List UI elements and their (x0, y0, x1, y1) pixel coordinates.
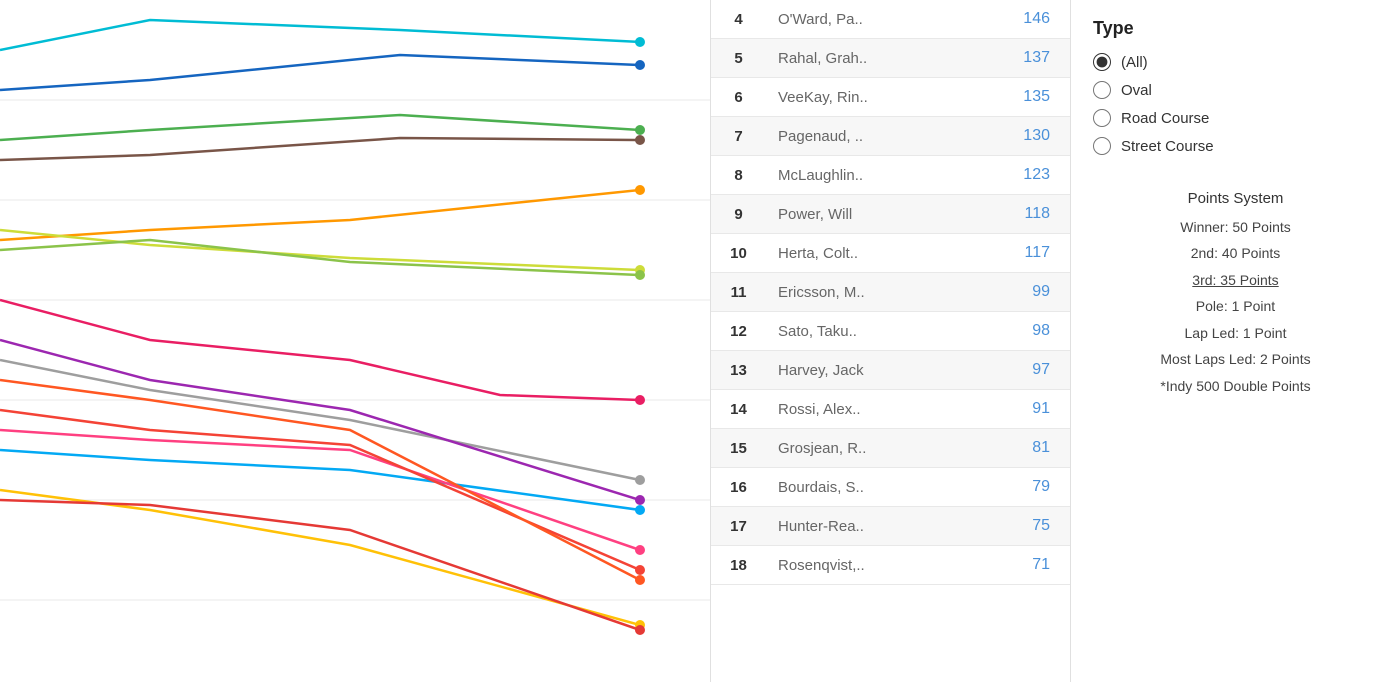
table-row: 8 McLaughlin.. 123 (711, 156, 1070, 195)
points-cell: 146 (931, 0, 1070, 39)
type-filter-group: (All) Oval Road Course Street Course (1093, 53, 1378, 155)
table-row: 10 Herta, Colt.. 117 (711, 234, 1070, 273)
driver-cell: Harvey, Jack (766, 351, 931, 390)
rank-cell: 11 (711, 273, 766, 312)
points-cell: 130 (931, 117, 1070, 156)
radio-label-street_course: Street Course (1121, 138, 1214, 155)
table-row: 18 Rosenqvist,.. 71 (711, 546, 1070, 585)
points-system: Points System Winner: 50 Points2nd: 40 P… (1093, 185, 1378, 400)
right-panel: Type (All) Oval Road Course Street Cours… (1070, 0, 1400, 682)
points-cell: 99 (931, 273, 1070, 312)
points-line: Winner: 50 Points (1093, 214, 1378, 241)
driver-cell: Pagenaud, .. (766, 117, 931, 156)
points-cell: 81 (931, 429, 1070, 468)
chart-svg (0, 0, 710, 682)
radio-item-all[interactable]: (All) (1093, 53, 1378, 71)
driver-cell: VeeKay, Rin.. (766, 78, 931, 117)
points-cell: 71 (931, 546, 1070, 585)
rank-cell: 16 (711, 468, 766, 507)
driver-cell: Ericsson, M.. (766, 273, 931, 312)
rank-cell: 18 (711, 546, 766, 585)
rank-cell: 13 (711, 351, 766, 390)
points-cell: 97 (931, 351, 1070, 390)
radio-label-road_course: Road Course (1121, 110, 1209, 127)
driver-cell: Hunter-Rea.. (766, 507, 931, 546)
points-cell: 137 (931, 39, 1070, 78)
points-cell: 135 (931, 78, 1070, 117)
driver-cell: Herta, Colt.. (766, 234, 931, 273)
rank-cell: 17 (711, 507, 766, 546)
table-row: 17 Hunter-Rea.. 75 (711, 507, 1070, 546)
table-row: 4 O'Ward, Pa.. 146 (711, 0, 1070, 39)
table-row: 9 Power, Will 118 (711, 195, 1070, 234)
points-cell: 79 (931, 468, 1070, 507)
chart-area (0, 0, 710, 682)
points-line: 3rd: 35 Points (1093, 267, 1378, 294)
driver-cell: Rahal, Grah.. (766, 39, 931, 78)
points-system-title: Points System (1093, 185, 1378, 214)
radio-label-oval: Oval (1121, 82, 1152, 99)
radio-input-all[interactable] (1093, 53, 1111, 71)
radio-item-road_course[interactable]: Road Course (1093, 109, 1378, 127)
standings-table: 4 O'Ward, Pa.. 146 5 Rahal, Grah.. 137 6… (711, 0, 1070, 585)
radio-input-street_course[interactable] (1093, 137, 1111, 155)
rank-cell: 10 (711, 234, 766, 273)
points-line: 2nd: 40 Points (1093, 240, 1378, 267)
radio-input-oval[interactable] (1093, 81, 1111, 99)
rank-cell: 9 (711, 195, 766, 234)
driver-cell: O'Ward, Pa.. (766, 0, 931, 39)
points-line: Lap Led: 1 Point (1093, 320, 1378, 347)
radio-label-all: (All) (1121, 54, 1148, 71)
table-row: 15 Grosjean, R.. 81 (711, 429, 1070, 468)
driver-cell: Bourdais, S.. (766, 468, 931, 507)
rank-cell: 12 (711, 312, 766, 351)
table-row: 12 Sato, Taku.. 98 (711, 312, 1070, 351)
table-row: 5 Rahal, Grah.. 137 (711, 39, 1070, 78)
table-row: 16 Bourdais, S.. 79 (711, 468, 1070, 507)
table-row: 14 Rossi, Alex.. 91 (711, 390, 1070, 429)
radio-item-street_course[interactable]: Street Course (1093, 137, 1378, 155)
points-line: Pole: 1 Point (1093, 293, 1378, 320)
driver-cell: Rossi, Alex.. (766, 390, 931, 429)
driver-cell: Grosjean, R.. (766, 429, 931, 468)
driver-cell: Power, Will (766, 195, 931, 234)
points-cell: 118 (931, 195, 1070, 234)
points-cell: 98 (931, 312, 1070, 351)
rank-cell: 4 (711, 0, 766, 39)
radio-input-road_course[interactable] (1093, 109, 1111, 127)
table-area: 4 O'Ward, Pa.. 146 5 Rahal, Grah.. 137 6… (710, 0, 1070, 682)
table-row: 11 Ericsson, M.. 99 (711, 273, 1070, 312)
table-row: 13 Harvey, Jack 97 (711, 351, 1070, 390)
points-line: *Indy 500 Double Points (1093, 373, 1378, 400)
points-cell: 123 (931, 156, 1070, 195)
rank-cell: 8 (711, 156, 766, 195)
rank-cell: 15 (711, 429, 766, 468)
driver-cell: McLaughlin.. (766, 156, 931, 195)
points-cell: 91 (931, 390, 1070, 429)
rank-cell: 6 (711, 78, 766, 117)
table-row: 6 VeeKay, Rin.. 135 (711, 78, 1070, 117)
rank-cell: 5 (711, 39, 766, 78)
type-filter-title: Type (1093, 18, 1378, 39)
rank-cell: 7 (711, 117, 766, 156)
driver-cell: Sato, Taku.. (766, 312, 931, 351)
driver-cell: Rosenqvist,.. (766, 546, 931, 585)
points-line: Most Laps Led: 2 Points (1093, 346, 1378, 373)
radio-item-oval[interactable]: Oval (1093, 81, 1378, 99)
points-cell: 117 (931, 234, 1070, 273)
points-cell: 75 (931, 507, 1070, 546)
rank-cell: 14 (711, 390, 766, 429)
table-row: 7 Pagenaud, .. 130 (711, 117, 1070, 156)
